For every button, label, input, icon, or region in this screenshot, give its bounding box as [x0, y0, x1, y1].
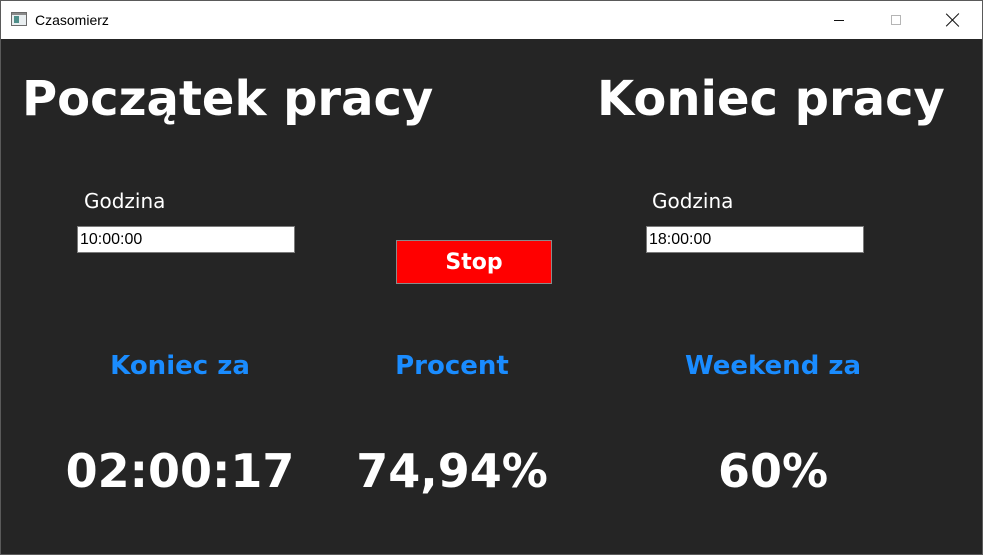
weekend-in-value: 60%	[717, 444, 829, 498]
start-time-label: Godzina	[84, 189, 166, 213]
weekend-in-label: Weekend za	[684, 351, 862, 381]
app-window: Czasomierz Początek pracy Koniec pracy G…	[0, 0, 983, 555]
maximize-icon	[891, 15, 901, 25]
window-title: Czasomierz	[35, 12, 109, 28]
percent-label: Procent	[395, 351, 509, 381]
end-time-label: Godzina	[652, 189, 734, 213]
title-bar[interactable]: Czasomierz	[1, 1, 982, 39]
start-time-input[interactable]	[77, 226, 295, 253]
close-icon	[946, 13, 960, 27]
maximize-button[interactable]	[867, 1, 925, 39]
app-window-icon	[11, 12, 27, 26]
stop-button[interactable]: Stop	[396, 240, 552, 284]
percent-value: 74,94%	[356, 444, 548, 498]
end-time-input[interactable]	[646, 226, 864, 253]
end-in-label: Koniec za	[110, 351, 250, 381]
minimize-button[interactable]	[810, 1, 868, 39]
end-heading: Koniec pracy	[597, 71, 945, 127]
start-heading: Początek pracy	[22, 71, 434, 127]
minimize-icon	[834, 19, 844, 21]
end-in-value: 02:00:17	[65, 444, 295, 498]
close-button[interactable]	[924, 1, 982, 39]
